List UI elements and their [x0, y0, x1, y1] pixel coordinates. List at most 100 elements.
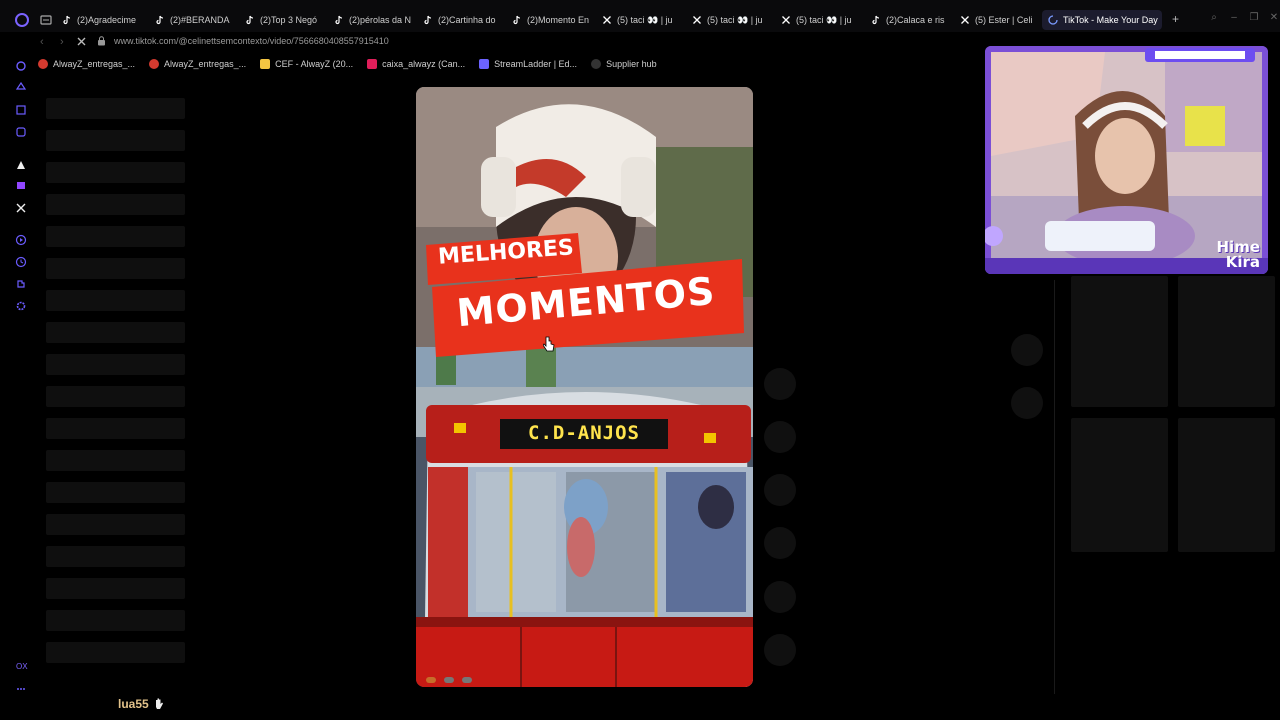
bookmark-item[interactable]: AlwayZ_entregas_...: [149, 56, 246, 72]
bookmark-item[interactable]: AlwayZ_entregas_...: [38, 56, 135, 72]
browser-tab[interactable]: (2)Cartinha do: [423, 12, 501, 28]
x-logo-icon: [961, 16, 969, 24]
skeleton-item: [46, 290, 185, 311]
extensions-icon[interactable]: [15, 278, 27, 290]
skeleton-item: [46, 354, 185, 375]
nav-up-button[interactable]: [1011, 334, 1043, 366]
opera-logo-icon[interactable]: [14, 12, 30, 28]
forward-icon[interactable]: ›: [60, 36, 64, 48]
hand-cursor-icon: [543, 336, 555, 352]
x-logo-icon[interactable]: [15, 202, 27, 214]
drive-icon: [260, 59, 271, 69]
pdf-icon: [149, 59, 160, 69]
new-tab-button[interactable]: +: [1172, 12, 1179, 26]
browser-tab[interactable]: (2)#BERANDA: [155, 12, 233, 28]
tab-menu-icon[interactable]: [38, 12, 54, 28]
skeleton-item: [46, 482, 185, 503]
video-card-skeleton[interactable]: [1071, 276, 1168, 407]
like-button[interactable]: [764, 368, 796, 400]
bookmark-item[interactable]: CEF - AlwayZ (20...: [260, 56, 353, 72]
tab-label: (2)Top 3 Negó: [260, 15, 318, 25]
browser-tab-active[interactable]: TikTok - Make Your Day: [1042, 10, 1162, 30]
video-card-skeleton[interactable]: [1071, 418, 1168, 552]
video-frame: [416, 87, 753, 687]
browser-tab[interactable]: (5) taci 👀 | ju: [781, 12, 859, 28]
slack-icon: [367, 59, 378, 69]
browser-tab[interactable]: (2)Agradecime: [62, 12, 140, 28]
skeleton-item: [46, 130, 185, 151]
history-icon[interactable]: [15, 256, 27, 268]
restore-icon[interactable]: ❐: [1248, 12, 1260, 23]
workspaces-icon[interactable]: [15, 104, 27, 116]
browser-tab[interactable]: (2)Top 3 Negó: [245, 12, 323, 28]
browser-sidebar: [10, 56, 32, 696]
messenger-icon[interactable]: [15, 126, 27, 138]
tab-label: (2)pérolas da N: [349, 15, 412, 25]
skeleton-item: [46, 98, 185, 119]
twitch-icon[interactable]: [15, 180, 27, 192]
close-icon[interactable]: ✕: [1268, 12, 1280, 23]
tab-label: TikTok - Make Your Day: [1063, 15, 1158, 25]
tab-label: (5) Ester | Celi: [975, 15, 1033, 25]
bookmark-label: Supplier hub: [606, 59, 657, 69]
more-icon[interactable]: [15, 683, 27, 695]
tiktok-icon: [246, 15, 254, 25]
url-field[interactable]: www.tiktok.com/@celinettsemcontexto/vide…: [114, 36, 389, 46]
skeleton-item: [46, 322, 185, 343]
browser-tab[interactable]: (5) taci 👀 | ju: [602, 12, 680, 28]
sidebar-bottom-label[interactable]: OX: [16, 662, 28, 671]
tiktok-icon: [156, 15, 164, 25]
video-card-skeleton[interactable]: [1178, 276, 1275, 407]
browser-tab[interactable]: (5) Ester | Celi: [960, 12, 1034, 28]
brand-line2: Kira: [1225, 253, 1260, 271]
video-card-skeleton[interactable]: [1178, 418, 1275, 552]
bookmark-button[interactable]: [764, 474, 796, 506]
skeleton-item: [46, 546, 185, 567]
bookmark-label: AlwayZ_entregas_...: [53, 59, 136, 69]
settings-icon[interactable]: [15, 300, 27, 312]
search-tabs-icon[interactable]: ⌕: [1208, 12, 1220, 23]
lock-icon[interactable]: [97, 36, 106, 46]
nav-down-button[interactable]: [1011, 387, 1043, 419]
tiktok-icon: [63, 15, 71, 25]
tab-label: (2)Momento En: [527, 15, 590, 25]
aria-icon[interactable]: [15, 60, 27, 72]
bookmark-item[interactable]: StreamLadder | Ed...: [479, 56, 577, 72]
skeleton-item: [46, 386, 185, 407]
tab-label: (5) taci 👀 | ju: [796, 14, 852, 25]
bookmark-item[interactable]: caixa_alwayz (Can...: [367, 56, 465, 72]
minimize-icon[interactable]: –: [1228, 12, 1240, 23]
skeleton-item: [46, 642, 185, 663]
bookmark-label: AlwayZ_entregas_...: [164, 59, 247, 69]
x-logo-icon: [603, 16, 611, 24]
app-icon[interactable]: [15, 159, 27, 171]
share-button[interactable]: [764, 527, 796, 559]
browser-tab[interactable]: (5) taci 👀 | ju: [692, 12, 770, 28]
more-button[interactable]: [764, 581, 796, 613]
browser-tab[interactable]: (2)pérolas da N: [334, 12, 412, 28]
sound-button[interactable]: [764, 634, 796, 666]
x-logo-icon: [782, 16, 790, 24]
skeleton-item: [46, 578, 185, 599]
tiktok-icon: [424, 15, 432, 25]
tab-label: (2)#BERANDA: [170, 15, 230, 25]
browser-tab[interactable]: (2)Momento En: [512, 12, 590, 28]
tiktok-icon: [335, 15, 343, 25]
comment-button[interactable]: [764, 421, 796, 453]
skeleton-item: [46, 514, 185, 535]
skeleton-item: [46, 162, 185, 183]
streamladder-icon: [479, 59, 490, 69]
player-icon[interactable]: [15, 234, 27, 246]
video-player[interactable]: MELHORES MOMENTOS C.D-ANJOS: [416, 87, 753, 687]
tab-label: (2)Cartinha do: [438, 15, 496, 25]
bookmark-label: caixa_alwayz (Can...: [382, 59, 466, 69]
browser-tab[interactable]: (2)Calaca e ris: [871, 12, 949, 28]
stop-loading-icon[interactable]: [76, 36, 87, 47]
tiktok-icon: [872, 15, 880, 25]
crypto-wallet-icon[interactable]: [15, 82, 27, 94]
tab-label: (5) taci 👀 | ju: [617, 14, 673, 25]
bookmark-item[interactable]: Supplier hub: [591, 56, 657, 72]
hand-emote-icon: [156, 698, 163, 709]
skeleton-item: [46, 610, 185, 631]
back-icon[interactable]: ‹: [40, 36, 44, 48]
